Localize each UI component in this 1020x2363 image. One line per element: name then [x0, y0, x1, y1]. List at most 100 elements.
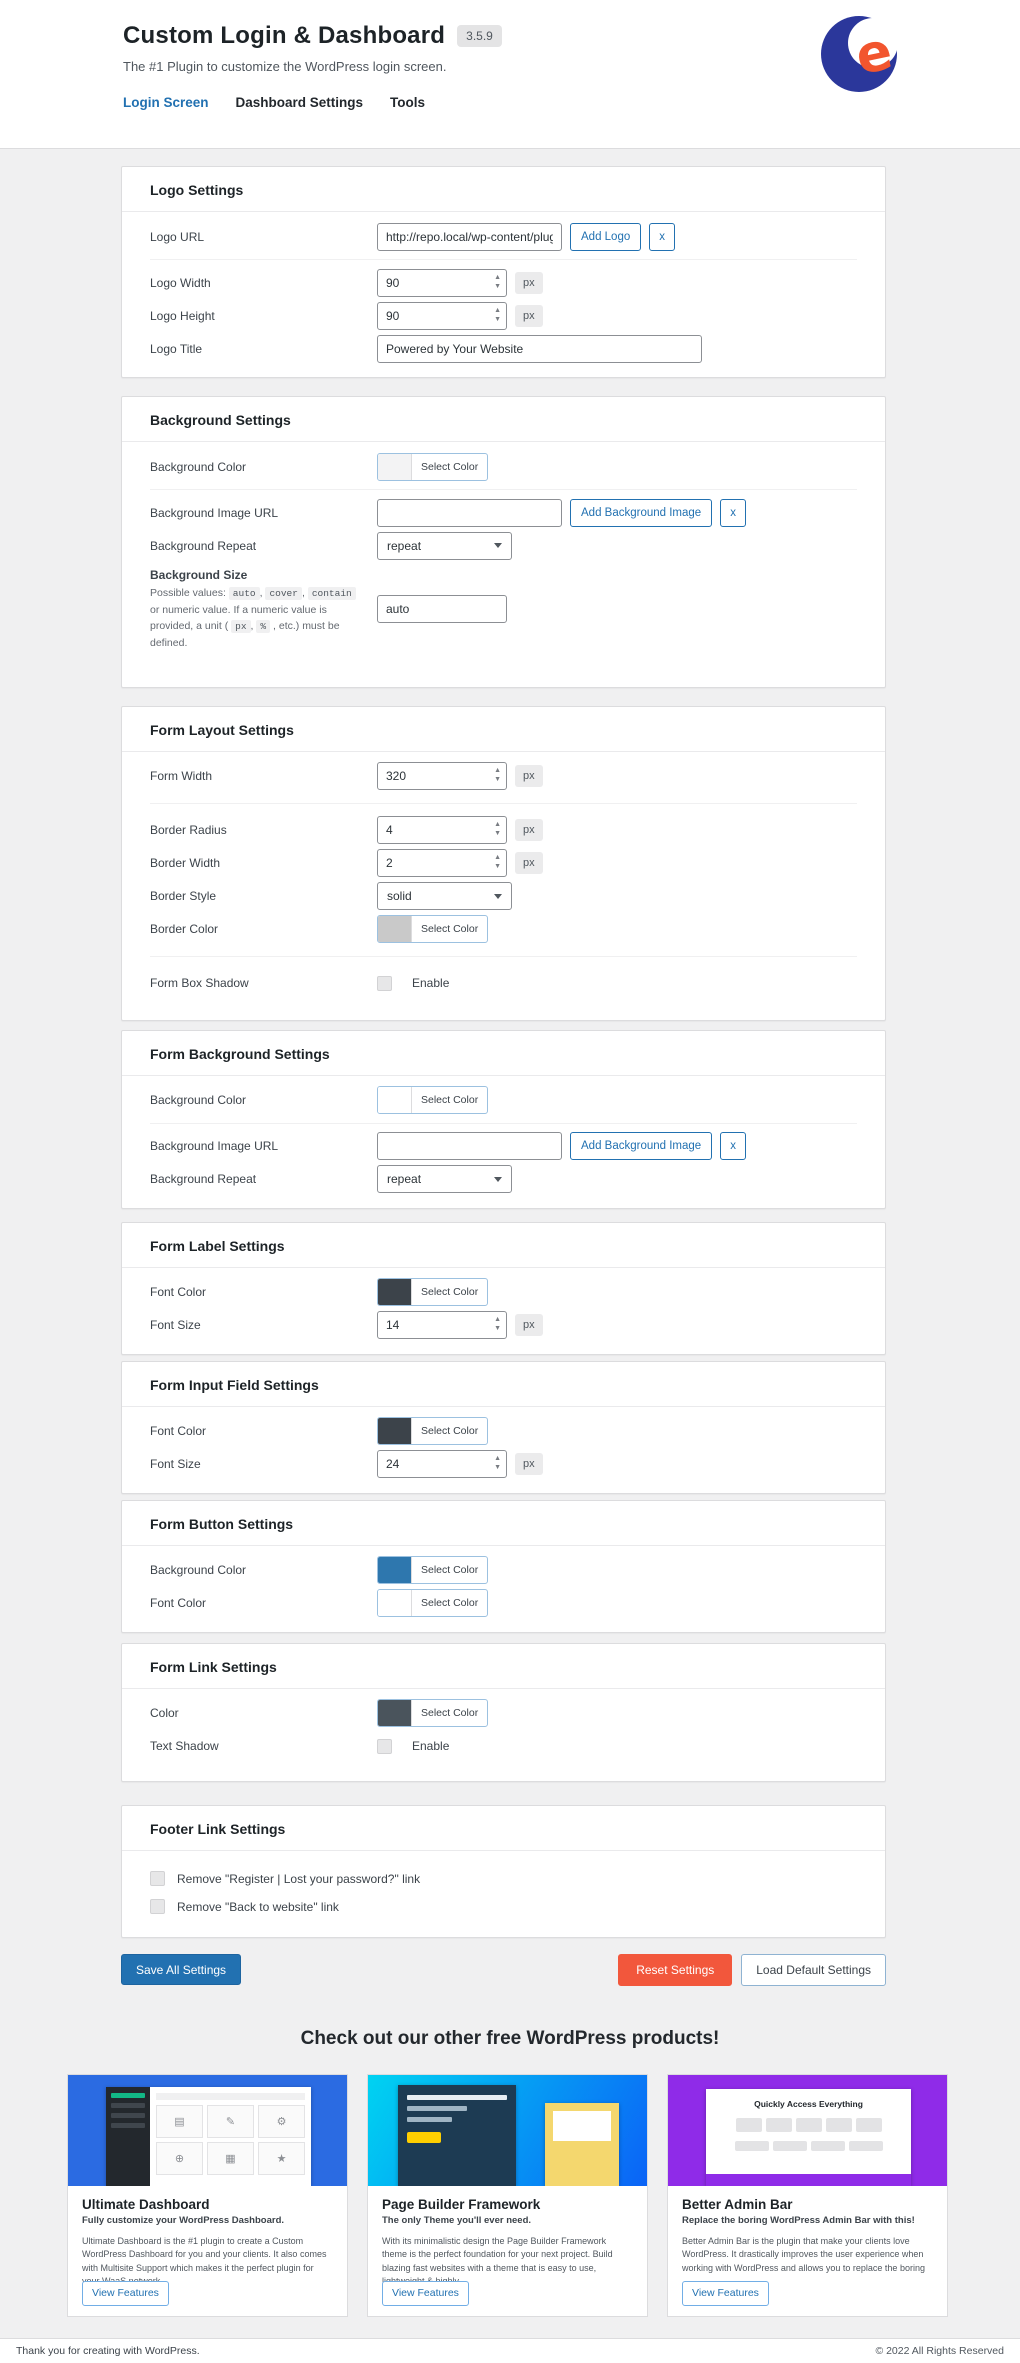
input-font-color-select-button[interactable]: Select Color [377, 1417, 488, 1445]
label-font-color-select-button[interactable]: Select Color [377, 1278, 488, 1306]
field-label: Border Style [150, 889, 377, 903]
section-title: Footer Link Settings [150, 1821, 857, 1837]
view-features-button[interactable]: View Features [682, 2281, 769, 2306]
form-remove-background-image-button[interactable]: x [720, 1132, 746, 1160]
stepper-down-icon[interactable]: ▼ [494, 1463, 501, 1472]
stepper-down-icon[interactable]: ▼ [494, 1324, 501, 1333]
stepper-up-icon[interactable]: ▲ [494, 1315, 501, 1324]
box-shadow-enable-checkbox[interactable] [377, 976, 392, 991]
form-bg-image-url-input[interactable] [377, 1132, 562, 1160]
stepper-up-icon[interactable]: ▲ [494, 273, 501, 282]
px-unit-badge: px [515, 305, 543, 327]
logo-width-input[interactable] [377, 269, 507, 297]
border-radius-input[interactable] [377, 816, 507, 844]
background-color-select-button[interactable]: Select Color [377, 453, 488, 481]
number-stepper[interactable]: ▲▼ [494, 306, 501, 324]
page-header: Custom Login & Dashboard 3.5.9 The #1 Pl… [0, 0, 1020, 149]
code-chip: contain [308, 587, 356, 600]
section-title: Background Settings [150, 412, 857, 428]
input-font-size-input[interactable] [377, 1450, 507, 1478]
border-color-select-button[interactable]: Select Color [377, 915, 488, 943]
form-width-input[interactable] [377, 762, 507, 790]
background-size-input[interactable] [377, 595, 507, 623]
color-swatch [378, 1418, 412, 1444]
border-width-input[interactable] [377, 849, 507, 877]
section-logo-settings: Logo Settings Logo URL Add Logo x Logo W… [121, 166, 886, 378]
reset-settings-button[interactable]: Reset Settings [618, 1954, 732, 1986]
number-stepper[interactable]: ▲▼ [494, 1454, 501, 1472]
section-background-settings: Background Settings Background Color Sel… [121, 396, 886, 688]
load-default-settings-button[interactable]: Load Default Settings [741, 1954, 886, 1986]
product-image-better-admin-bar: Quickly Access Everything [668, 2075, 947, 2186]
stepper-up-icon[interactable]: ▲ [494, 306, 501, 315]
field-label: Border Color [150, 922, 377, 936]
product-title: Ultimate Dashboard [82, 2197, 333, 2212]
background-repeat-select[interactable]: repeat [377, 532, 512, 560]
section-title: Form Button Settings [150, 1516, 857, 1532]
button-font-color-select-button[interactable]: Select Color [377, 1589, 488, 1617]
tab-tools[interactable]: Tools [390, 95, 425, 110]
px-unit-badge: px [515, 765, 543, 787]
stepper-down-icon[interactable]: ▼ [494, 315, 501, 324]
field-label: Font Color [150, 1285, 377, 1299]
field-label: Form Box Shadow [150, 976, 377, 990]
section-form-label-settings: Form Label Settings Font Color Select Co… [121, 1222, 886, 1355]
border-style-select[interactable]: solid [377, 882, 512, 910]
product-title: Page Builder Framework [382, 2197, 633, 2212]
logo-title-input[interactable] [377, 335, 702, 363]
logo-width-row: Logo Width ▲▼ px [150, 266, 857, 299]
add-logo-button[interactable]: Add Logo [570, 223, 641, 251]
tab-dashboard-settings[interactable]: Dashboard Settings [236, 95, 364, 110]
logo-height-input[interactable] [377, 302, 507, 330]
color-swatch [378, 454, 412, 480]
nav-tabs: Login Screen Dashboard Settings Tools [123, 95, 1020, 110]
widget-edit-icon: ✎ [207, 2105, 254, 2138]
section-title: Form Input Field Settings [150, 1377, 857, 1393]
view-features-button[interactable]: View Features [382, 2281, 469, 2306]
text-shadow-enable-checkbox[interactable] [377, 1739, 392, 1754]
chevron-down-icon [494, 543, 502, 548]
logo-url-input[interactable] [377, 223, 562, 251]
input-font-size-row: Font Size ▲▼ px [150, 1448, 857, 1481]
add-background-image-button[interactable]: Add Background Image [570, 499, 712, 527]
settings-column: Logo Settings Logo URL Add Logo x Logo W… [121, 149, 886, 1986]
input-font-color-row: Font Color Select Color [150, 1415, 857, 1448]
field-label: Background Repeat [150, 539, 377, 553]
number-stepper[interactable]: ▲▼ [494, 273, 501, 291]
background-image-url-input[interactable] [377, 499, 562, 527]
section-form-input-settings: Form Input Field Settings Font Color Sel… [121, 1361, 886, 1494]
button-bg-color-select-button[interactable]: Select Color [377, 1556, 488, 1584]
view-features-button[interactable]: View Features [82, 2281, 169, 2306]
field-label: Background Color [150, 1093, 377, 1107]
save-all-settings-button[interactable]: Save All Settings [121, 1954, 241, 1985]
form-bg-repeat-select[interactable]: repeat [377, 1165, 512, 1193]
field-label: Text Shadow [150, 1739, 377, 1753]
stepper-down-icon[interactable]: ▼ [494, 282, 501, 291]
number-stepper[interactable]: ▲▼ [494, 853, 501, 871]
section-title: Form Layout Settings [150, 722, 857, 738]
stepper-up-icon[interactable]: ▲ [494, 766, 501, 775]
stepper-down-icon[interactable]: ▼ [494, 775, 501, 784]
stepper-up-icon[interactable]: ▲ [494, 1454, 501, 1463]
row-divider [150, 489, 857, 490]
link-color-select-button[interactable]: Select Color [377, 1699, 488, 1727]
number-stepper[interactable]: ▲▼ [494, 1315, 501, 1333]
stepper-down-icon[interactable]: ▼ [494, 862, 501, 871]
number-stepper[interactable]: ▲▼ [494, 820, 501, 838]
label-font-size-input[interactable] [377, 1311, 507, 1339]
tab-login-screen[interactable]: Login Screen [123, 95, 209, 110]
page-title: Custom Login & Dashboard [123, 22, 445, 50]
section-form-link-settings: Form Link Settings Color Select Color Te… [121, 1643, 886, 1782]
remove-background-image-button[interactable]: x [720, 499, 746, 527]
remove-back-link-checkbox[interactable] [150, 1899, 165, 1914]
stepper-down-icon[interactable]: ▼ [494, 829, 501, 838]
widget-gear-icon: ⚙ [258, 2105, 305, 2138]
form-bg-color-select-button[interactable]: Select Color [377, 1086, 488, 1114]
button-font-color-row: Font Color Select Color [150, 1587, 857, 1620]
number-stepper[interactable]: ▲▼ [494, 766, 501, 784]
stepper-up-icon[interactable]: ▲ [494, 853, 501, 862]
stepper-up-icon[interactable]: ▲ [494, 820, 501, 829]
remove-register-link-checkbox[interactable] [150, 1871, 165, 1886]
remove-logo-button[interactable]: x [649, 223, 675, 251]
form-add-background-image-button[interactable]: Add Background Image [570, 1132, 712, 1160]
